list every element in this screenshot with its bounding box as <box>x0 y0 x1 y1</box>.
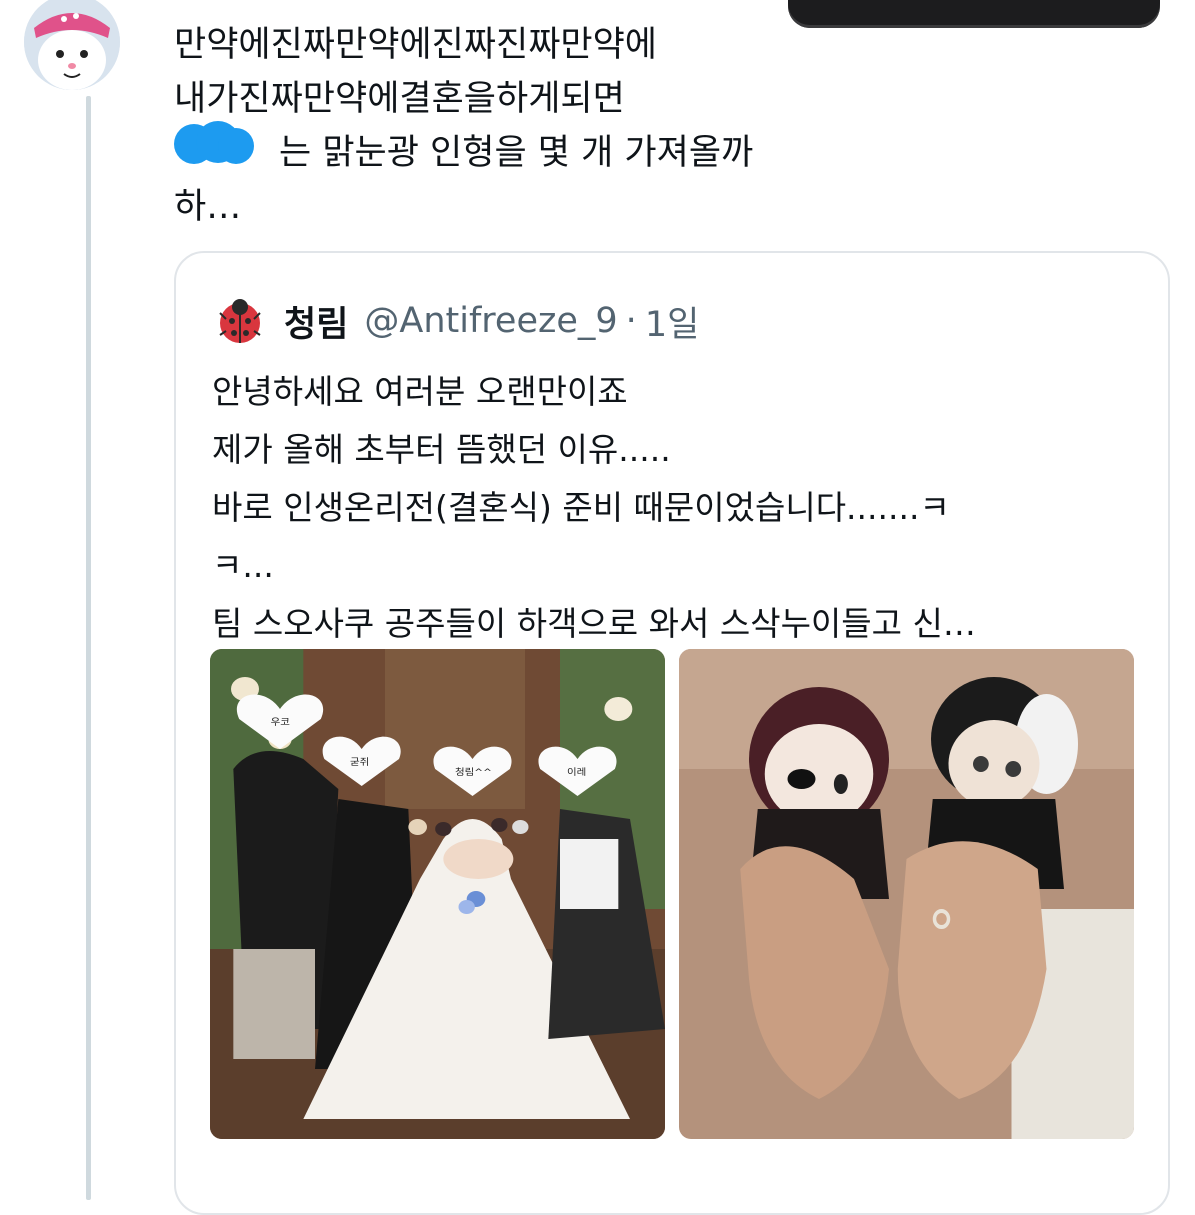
wedding-group-image: 우코 굳쥐 청림^^ 이레 <box>210 649 665 1139</box>
cat-avatar-icon <box>24 0 120 90</box>
plush-dolls-photo[interactable] <box>679 649 1134 1139</box>
quoted-tweet-card[interactable]: 청림 @Antifreeze_9 · 1일 안녕하세요 여러분 오랜만이죠 제가… <box>174 251 1170 1215</box>
header-separator: · <box>625 301 637 341</box>
author-avatar[interactable] <box>24 0 120 90</box>
redaction-scribble <box>174 121 254 164</box>
quoted-tweet-text: 안녕하세요 여러분 오랜만이죠 제가 올해 초부터 뜸했던 이유..... 바로… <box>212 372 976 643</box>
quoted-handle[interactable]: @Antifreeze_9 <box>364 301 617 341</box>
photo-label-4: 이레 <box>567 767 586 778</box>
quoted-media-grid: 우코 굳쥐 청림^^ 이레 <box>210 649 1134 1139</box>
photo-label-2: 굳쥐 <box>350 757 369 768</box>
photo-label-1: 우코 <box>271 717 290 728</box>
wedding-group-photo[interactable]: 우코 굳쥐 청림^^ 이레 <box>210 649 665 1139</box>
quoted-timestamp[interactable]: 1일 <box>645 296 699 347</box>
photo-label-3: 청림^^ <box>455 767 492 778</box>
tweet-text: 만약에진짜만약에진짜진짜만약에 내가진짜만약에결혼을하게되면 는 맑눈광 인형을… <box>174 25 754 227</box>
quoted-tweet-header: 청림 @Antifreeze_9 · 1일 <box>284 293 699 349</box>
quoted-display-name[interactable]: 청림 <box>284 296 348 347</box>
plush-dolls-image <box>679 649 1134 1139</box>
ladybug-avatar-icon <box>212 293 268 349</box>
quoted-author-avatar[interactable] <box>212 293 268 349</box>
thread-connector-line <box>86 96 91 1200</box>
